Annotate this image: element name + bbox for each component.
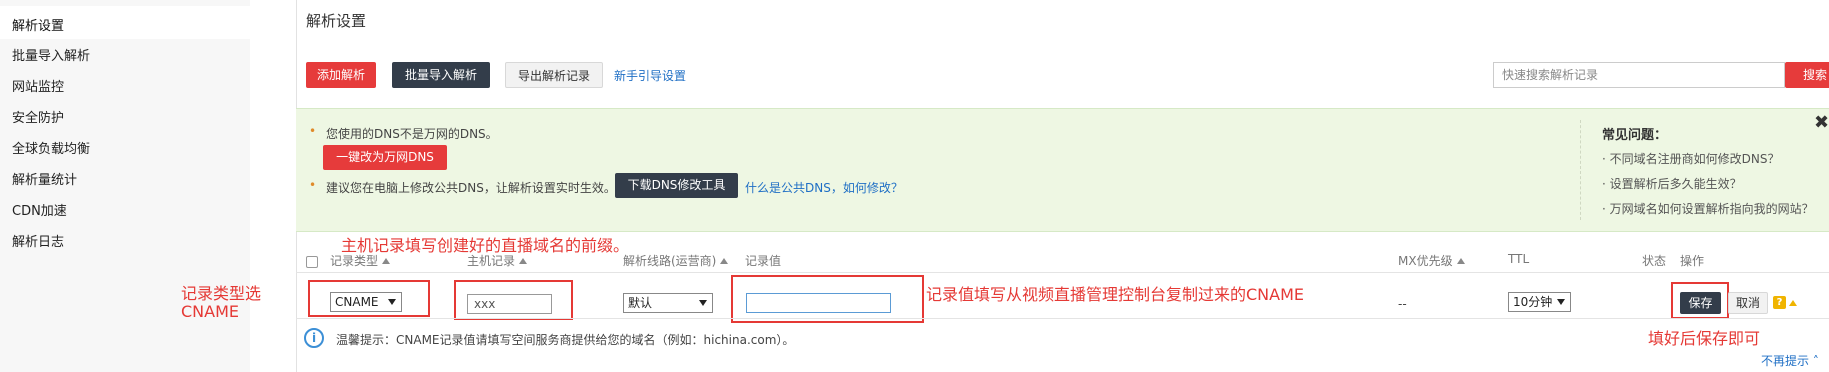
faq-title: 常见问题： xyxy=(1602,128,1668,143)
host-record-input[interactable]: xxx xyxy=(467,294,552,314)
dns-notice-panel xyxy=(296,108,1829,232)
bullet-icon: • xyxy=(309,178,317,192)
chevron-down-icon xyxy=(388,299,396,305)
column-header-action: 操作 xyxy=(1680,254,1705,268)
cname-tip: 温馨提示：CNAME记录值请填写空间服务商提供给您的域名（例如：hichina.… xyxy=(336,333,795,347)
page-title: 解析设置 xyxy=(306,12,367,30)
sort-asc-icon xyxy=(519,258,528,264)
sidebar-item-logs[interactable]: 解析日志 xyxy=(12,231,64,250)
mx-value: -- xyxy=(1398,297,1407,311)
cancel-button[interactable]: 取消 xyxy=(1728,292,1768,314)
sort-asc-icon xyxy=(720,258,729,264)
bullet-icon: • xyxy=(309,124,317,138)
select-all-checkbox[interactable] xyxy=(306,256,318,268)
column-header-label: MX优先级 xyxy=(1398,254,1453,268)
notice-line-1: 您使用的DNS不是万网的DNS。 xyxy=(326,127,498,141)
column-header-ttl: TTL xyxy=(1508,252,1530,266)
notice-line-2: 建议您在电脑上修改公共DNS，让解析设置实时生效。 xyxy=(326,181,616,195)
annotation-record-value: 记录值填写从视频直播管理控制台复制过来的CNAME xyxy=(926,285,1305,304)
hide-tip-label: 不再提示 xyxy=(1761,354,1810,368)
record-type-select[interactable]: CNAME xyxy=(330,292,402,312)
sidebar-item-security[interactable]: 安全防护 xyxy=(12,107,64,126)
line-value: 默认 xyxy=(628,296,653,310)
faq-link[interactable]: · 万网域名如何设置解析指向我的网站？ xyxy=(1602,200,1814,217)
batch-import-button[interactable]: 批量导入解析 xyxy=(392,62,490,88)
column-header-line[interactable]: 解析线路(运营商) xyxy=(623,252,729,269)
column-header-label: 解析线路(运营商) xyxy=(623,254,717,268)
switch-to-wanwang-dns-button[interactable]: 一键改为万网DNS xyxy=(323,145,447,170)
ttl-select[interactable]: 10分钟 xyxy=(1508,292,1571,312)
annotation-save-hint: 填好后保存即可 xyxy=(1648,329,1761,348)
line-select[interactable]: 默认 xyxy=(623,293,713,313)
sidebar-item-batch-import[interactable]: 批量导入解析 xyxy=(12,45,90,64)
chevron-down-icon xyxy=(699,300,707,306)
column-header-host[interactable]: 主机记录 xyxy=(467,252,528,269)
collapse-icon[interactable] xyxy=(1789,300,1797,306)
sidebar-item-site-monitor[interactable]: 网站监控 xyxy=(12,76,64,95)
search-button[interactable]: 搜索 xyxy=(1785,62,1829,88)
close-icon[interactable]: ✖ xyxy=(1814,112,1829,133)
hide-tip-link[interactable]: 不再提示 ˄ xyxy=(1761,352,1819,369)
guide-settings-link[interactable]: 新手引导设置 xyxy=(614,67,686,84)
annotation-record-type-line1: 记录类型选 xyxy=(181,284,262,303)
search-input[interactable]: 快速搜索解析记录 xyxy=(1493,62,1785,88)
table-header-divider xyxy=(296,272,1829,273)
chevron-up-icon: ˄ xyxy=(1809,354,1819,368)
column-header-status: 状态 xyxy=(1642,254,1667,268)
download-dns-tool-button[interactable]: 下载DNS修改工具 xyxy=(615,173,738,198)
faq-link[interactable]: · 不同域名注册商如何修改DNS？ xyxy=(1602,150,1779,167)
save-button[interactable]: 保存 xyxy=(1680,292,1721,314)
column-header-mx[interactable]: MX优先级 xyxy=(1398,252,1465,269)
ttl-value: 10分钟 xyxy=(1513,295,1553,309)
chevron-down-icon xyxy=(1557,299,1565,305)
sort-asc-icon xyxy=(1456,258,1465,264)
sidebar-item-stats[interactable]: 解析量统计 xyxy=(12,169,77,188)
info-icon: i xyxy=(304,328,324,348)
annotation-record-type-line2: CNAME xyxy=(181,302,239,321)
add-record-button[interactable]: 添加解析 xyxy=(306,62,376,88)
column-header-record-type[interactable]: 记录类型 xyxy=(330,252,391,269)
help-icon[interactable]: ? xyxy=(1773,296,1786,309)
column-header-value: 记录值 xyxy=(745,254,782,268)
record-value-input[interactable] xyxy=(746,293,891,313)
table-row-divider xyxy=(296,318,1829,319)
column-header-label: 主机记录 xyxy=(467,254,516,268)
sidebar-item-global-lb[interactable]: 全球负载均衡 xyxy=(12,138,90,157)
record-type-value: CNAME xyxy=(335,295,379,309)
column-header-label: 记录类型 xyxy=(330,254,379,268)
what-is-public-dns-link[interactable]: 什么是公共DNS，如何修改？ xyxy=(745,179,903,196)
faq-link[interactable]: · 设置解析后多久能生效？ xyxy=(1602,175,1742,192)
faq-divider xyxy=(1580,120,1582,220)
sidebar-item-cdn[interactable]: CDN加速 xyxy=(12,200,67,219)
sidebar-item-dns-settings[interactable]: 解析设置 xyxy=(12,15,64,34)
sort-asc-icon xyxy=(382,258,391,264)
export-records-button[interactable]: 导出解析记录 xyxy=(505,62,603,88)
